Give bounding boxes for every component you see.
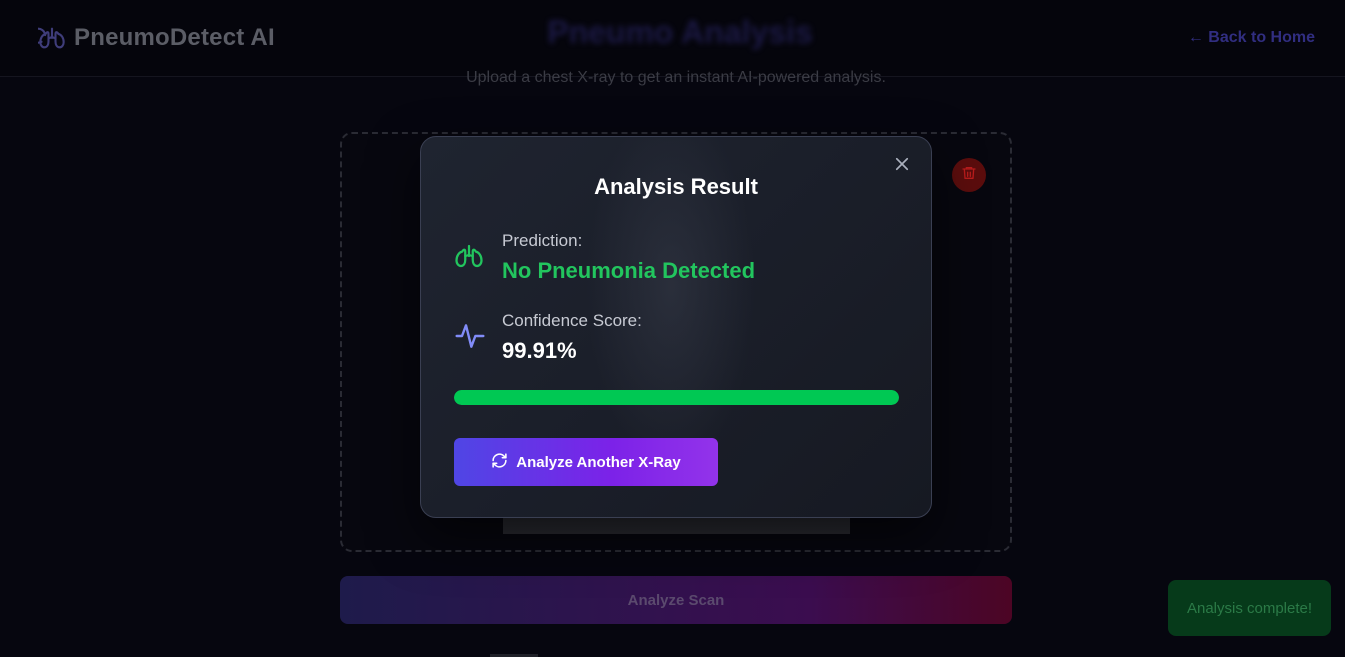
- confidence-progress-bar: [454, 390, 899, 405]
- lungs-icon: [30, 24, 66, 52]
- confidence-label: Confidence Score:: [502, 311, 642, 330]
- back-to-home-link[interactable]: ← Back to Home: [1188, 29, 1315, 47]
- activity-pulse-icon: [454, 320, 486, 352]
- analyze-scan-button[interactable]: Analyze Scan: [340, 576, 1012, 624]
- brand[interactable]: PneumoDetect AI: [30, 24, 275, 52]
- prediction-label: Prediction:: [502, 231, 583, 250]
- modal-title: Analysis Result: [594, 174, 758, 199]
- analysis-result-modal: Analysis Result Prediction: No Pneumonia…: [420, 136, 932, 518]
- analyze-another-label: Analyze Another X-Ray: [516, 453, 681, 471]
- lungs-icon: [454, 241, 486, 273]
- toast-message: Analysis complete!: [1186, 599, 1313, 617]
- success-toast: Analysis complete!: [1168, 580, 1331, 636]
- refresh-icon: [491, 452, 508, 473]
- prediction-value: No Pneumonia Detected: [502, 258, 756, 283]
- upload-subtitle: Upload a chest X-ray to get an instant A…: [466, 69, 886, 86]
- top-header: PneumoDetect AI Pneumo Analysis ← Back t…: [0, 0, 1345, 77]
- analyze-another-button[interactable]: Analyze Another X-Ray: [454, 438, 718, 486]
- brand-name: PneumoDetect AI: [74, 24, 275, 51]
- confidence-value: 99.91%: [502, 338, 577, 363]
- app-page: PneumoDetect AI Pneumo Analysis ← Back t…: [0, 0, 1345, 657]
- delete-image-button[interactable]: [952, 158, 986, 192]
- confidence-progress-fill: [454, 390, 899, 405]
- trash-icon: [961, 165, 977, 186]
- page-heading: Pneumo Analysis: [547, 14, 813, 50]
